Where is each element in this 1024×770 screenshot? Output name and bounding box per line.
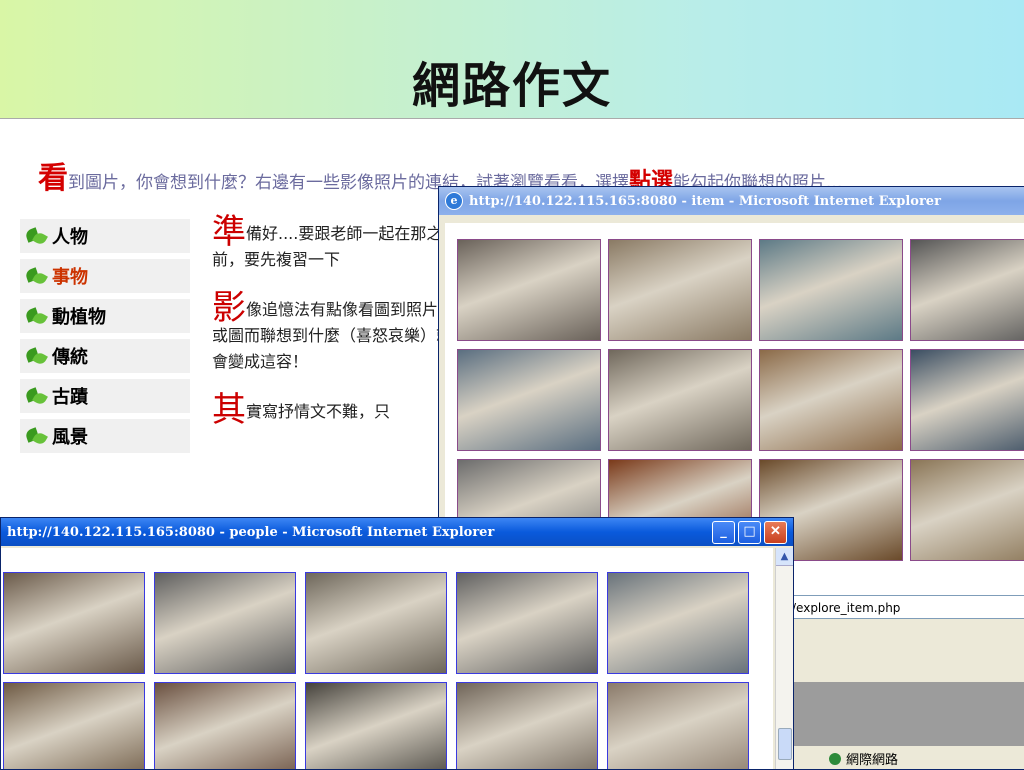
menu-item-1[interactable]: 事物 [20, 259, 190, 293]
thumb-people-wedding-group[interactable] [154, 572, 296, 674]
thumb-people-ox-plowing[interactable] [3, 682, 145, 769]
paragraph-cap: 影 [212, 288, 246, 328]
thumb-people-village-group[interactable] [305, 572, 447, 674]
globe-icon [829, 752, 841, 765]
menu-item-3[interactable]: 傳統 [20, 339, 190, 373]
leaf-icon [24, 346, 48, 366]
thumb-item-locomotive[interactable] [910, 349, 1024, 451]
close-button[interactable]: ✕ [764, 520, 787, 544]
thumb-item-steam-train[interactable] [910, 239, 1024, 341]
item-status-zone: 網際網路 [829, 749, 898, 768]
menu-item-label: 古蹟 [52, 387, 88, 408]
leaf-icon [24, 226, 48, 246]
thumb-people-canoes[interactable] [607, 682, 749, 769]
thumb-item-railcar[interactable] [608, 349, 752, 451]
menu-item-label: 人物 [52, 227, 88, 248]
prompt-paragraph: 準備好....要跟老師一起在那之前，要先複習一下 [212, 215, 452, 273]
menu-item-label: 傳統 [52, 347, 88, 368]
thumb-item-bridge[interactable] [759, 239, 903, 341]
thumb-people-train-passengers[interactable] [154, 682, 296, 769]
thumb-people-field-workers[interactable] [607, 572, 749, 674]
minimize-button[interactable]: _ [712, 520, 735, 544]
thumb-item-station[interactable] [608, 239, 752, 341]
item-address-text: /explore_item.php [792, 601, 901, 615]
category-menu: 人物事物動植物傳統古蹟風景 [20, 219, 190, 459]
leaf-icon [24, 266, 48, 286]
leaf-icon [24, 386, 48, 406]
prompt-text: 準備好....要跟老師一起在那之前，要先複習一下影像追憶法有點像看圖到照片或圖而… [212, 215, 453, 447]
menu-item-label: 動植物 [52, 307, 106, 328]
thumb-item-quarry[interactable] [759, 349, 903, 451]
paragraph-text: 實寫抒情文不難，只 [246, 402, 391, 421]
ie-people-title: http://140.122.115.165:8080 - people - M… [7, 524, 495, 540]
ie-people-titlebar[interactable]: http://140.122.115.165:8080 - people - M… [1, 518, 793, 546]
people-scrollbar[interactable]: ▲ [775, 548, 793, 769]
ie-icon: e [445, 192, 463, 210]
thumb-item-water-buffalo[interactable] [457, 349, 601, 451]
thumb-people-wedding-couple[interactable] [3, 572, 145, 674]
ie-item-titlebar[interactable]: e http://140.122.115.165:8080 - item - M… [439, 187, 1024, 215]
thumb-people-tribal-bridge[interactable] [305, 682, 447, 769]
status-zone-label: 網際網路 [846, 753, 899, 768]
prompt-paragraph: 其實寫抒情文不難，只 [212, 393, 452, 427]
prompt-paragraph: 影像追憶法有點像看圖到照片或圖而聯想到什麼（喜怒哀樂）就會變成這容！ [212, 291, 453, 375]
people-thumbnail-grid [1, 548, 773, 769]
menu-item-4[interactable]: 古蹟 [20, 379, 190, 413]
item-content-gray [787, 682, 1024, 746]
paragraph-text: 像追憶法有點像看圖到照片或圖而聯想到什麼（喜怒哀樂）就會變成這容！ [212, 300, 453, 371]
slide-title: 網路作文 [411, 58, 612, 114]
leaf-icon [24, 426, 48, 446]
menu-item-5[interactable]: 風景 [20, 419, 190, 453]
ie-item-title: http://140.122.115.165:8080 - item - Mic… [469, 193, 941, 209]
paragraph-cap: 準 [212, 212, 246, 252]
thumb-people-farm-crowd[interactable] [456, 572, 598, 674]
paragraph-cap: 其 [212, 390, 246, 430]
paragraph-text: 備好....要跟老師一起在那之前，要先複習一下 [212, 224, 443, 269]
ie-window-people[interactable]: http://140.122.115.165:8080 - people - M… [0, 517, 794, 770]
thumb-item-dancers[interactable] [910, 459, 1024, 561]
maximize-button[interactable]: □ [738, 520, 761, 544]
instruction-cap-1: 看 [38, 161, 68, 196]
leaf-icon [24, 306, 48, 326]
menu-item-label: 風景 [52, 427, 88, 448]
menu-item-0[interactable]: 人物 [20, 219, 190, 253]
thumb-item-ox-carts[interactable] [457, 239, 601, 341]
menu-item-label: 事物 [52, 267, 88, 288]
scroll-up-icon[interactable]: ▲ [776, 548, 793, 566]
item-address-bar[interactable]: /explore_item.php [787, 595, 1024, 619]
menu-item-2[interactable]: 動植物 [20, 299, 190, 333]
scroll-thumb[interactable] [778, 728, 792, 760]
thumb-people-sculpture[interactable] [456, 682, 598, 769]
